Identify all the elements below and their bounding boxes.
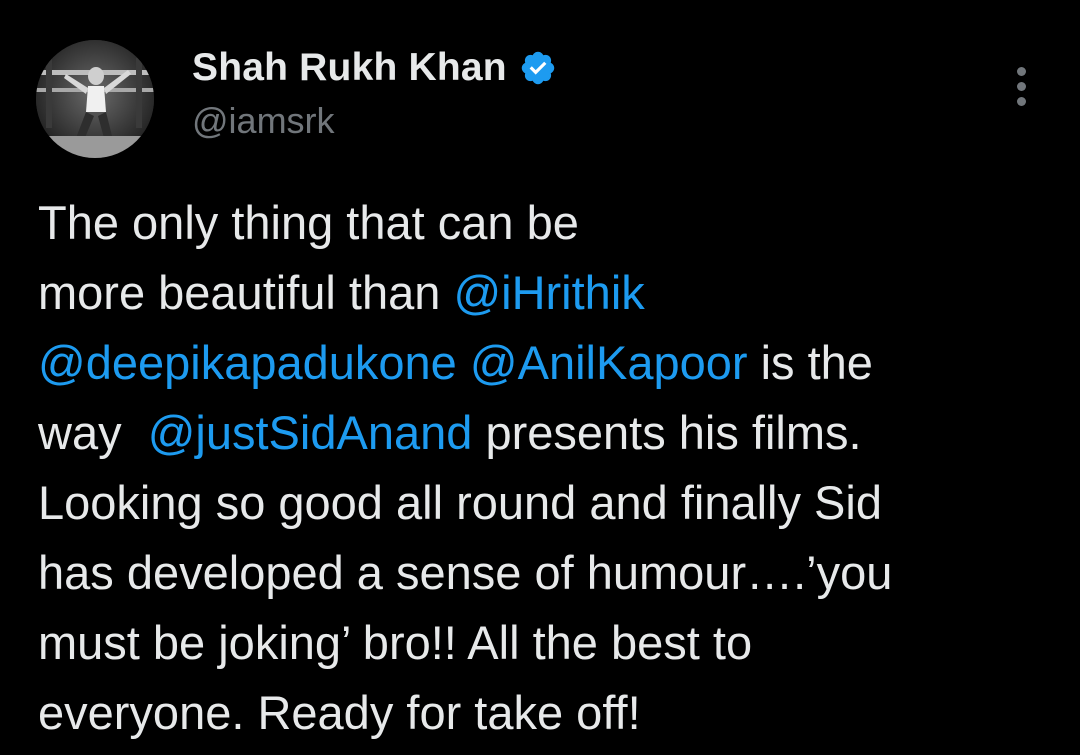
tweet-line: The only thing that can be [38,188,1058,258]
mention-link[interactable]: @justSidAnand [148,406,473,459]
more-dot [1016,96,1026,106]
tweet-line: Looking so good all round and finally Si… [38,468,1058,538]
avatar[interactable] [36,40,154,158]
tweet-text: The only thing that can be more beautiful… [38,188,1058,748]
tweet-text-segment: is the [747,336,873,389]
tweet-line: more beautiful than @iHrithik [38,258,1058,328]
verified-badge-icon [519,49,557,87]
display-name[interactable]: Shah Rukh Khan [192,46,507,90]
name-row: Shah Rukh Khan [192,44,557,92]
more-dot [1016,66,1026,76]
more-dot [1016,81,1026,91]
tweet-text-segment: The only thing that can be [38,196,579,249]
tweet-line: way @justSidAnand presents his films. [38,398,1058,468]
tweet-line: has developed a sense of humour….’you [38,538,1058,608]
mention-link[interactable]: @AnilKapoor [470,336,748,389]
mention-link[interactable]: @iHrithik [453,266,644,319]
author-identity: Shah Rukh Khan @iamsrk [192,44,557,142]
mention-link[interactable]: @deepikapadukone [38,336,457,389]
tweet-line: @deepikapadukone @AnilKapoor is the [38,328,1058,398]
author-handle[interactable]: @iamsrk [192,100,557,142]
tweet-line: must be joking’ bro!! All the best to [38,608,1058,678]
profile-photo [36,40,154,158]
tweet-text-segment: everyone. Ready for take off! [38,686,641,739]
tweet-text-segment: more beautiful than [38,266,454,319]
more-options-icon[interactable] [1004,62,1038,110]
tweet-text-segment: presents his films. [472,406,862,459]
tweet-text-segment: Looking so good all round and finally Si… [38,476,882,529]
tweet-text-segment: must be joking’ bro!! All the best to [38,616,753,669]
tweet-text-segment [457,336,470,389]
tweet-text-segment: way [38,406,148,459]
tweet-line: everyone. Ready for take off! [38,678,1058,748]
tweet-text-segment: has developed a sense of humour….’you [38,546,893,599]
